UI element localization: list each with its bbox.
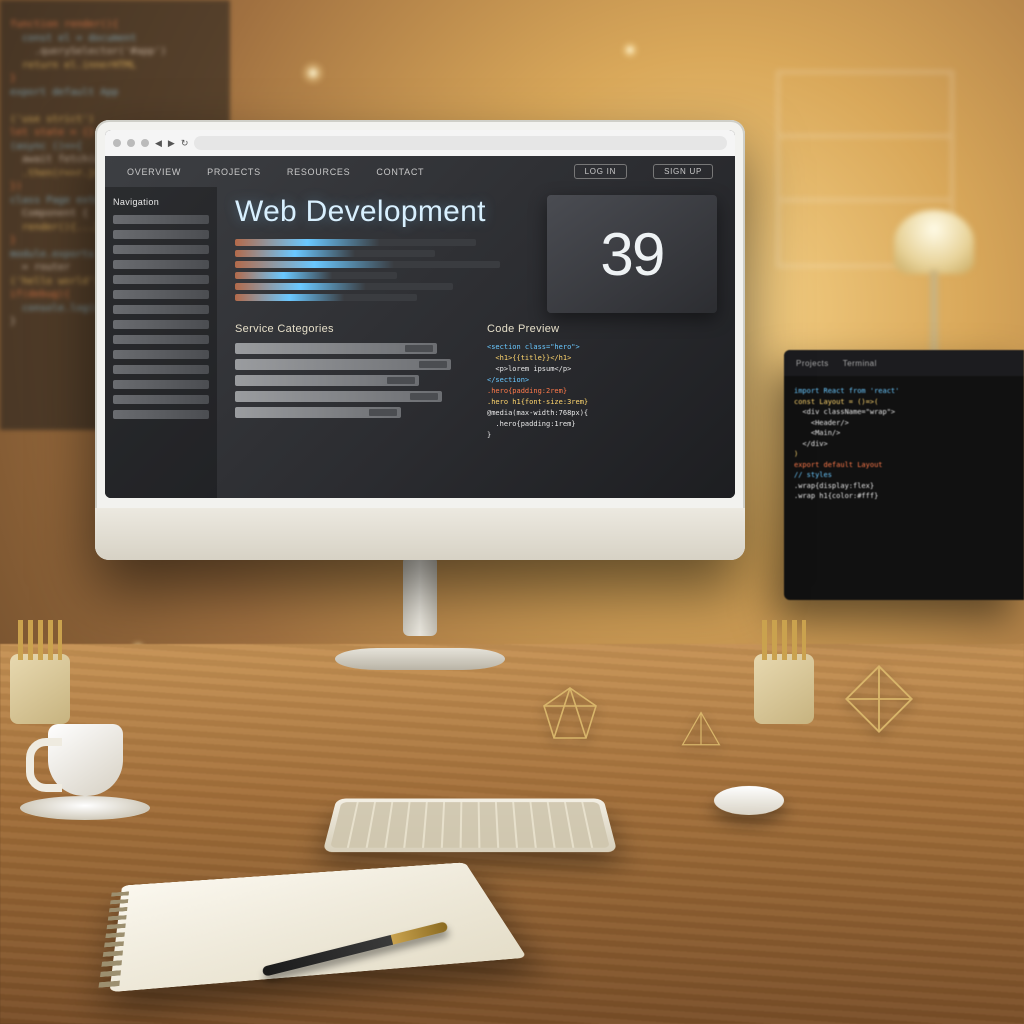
- sidebar-heading: Navigation: [113, 197, 209, 207]
- bokeh-light: [300, 60, 326, 86]
- coffee-mug: [38, 724, 133, 814]
- signup-button[interactable]: Sign up: [653, 164, 713, 179]
- sidebar-item[interactable]: [113, 230, 209, 239]
- geometric-ornament: [678, 708, 724, 754]
- secondary-code-panel: import React from 'react' const Layout =…: [784, 376, 1024, 512]
- top-nav: Overview Projects Resources Contact Log …: [105, 156, 735, 187]
- list-item[interactable]: [235, 391, 442, 402]
- sidebar-item[interactable]: [113, 275, 209, 284]
- monitor-chin: [95, 508, 745, 560]
- list-item[interactable]: [235, 375, 419, 386]
- secondary-tab[interactable]: Projects: [796, 359, 829, 368]
- back-icon[interactable]: ◀: [155, 138, 162, 149]
- forward-icon[interactable]: ▶: [168, 138, 175, 149]
- login-button[interactable]: Log in: [574, 164, 627, 179]
- sidebar-item[interactable]: [113, 245, 209, 254]
- bokeh-light: [620, 40, 640, 60]
- sidebar-item[interactable]: [113, 380, 209, 389]
- window-control-icon[interactable]: [141, 139, 149, 147]
- metric-card: 39: [547, 195, 717, 313]
- geometric-ornament: [844, 664, 914, 734]
- browser-toolbar: ◀ ▶ ↻: [105, 130, 735, 156]
- sidebar-item[interactable]: [113, 290, 209, 299]
- sidebar-item[interactable]: [113, 365, 209, 374]
- page-sidebar: Navigation: [105, 187, 217, 498]
- hero-code-lines: [235, 239, 529, 301]
- sidebar-item[interactable]: [113, 305, 209, 314]
- keyboard[interactable]: [323, 798, 618, 852]
- webpage: Overview Projects Resources Contact Log …: [105, 156, 735, 498]
- workspace-scene: function render(){ const el = document .…: [0, 0, 1024, 1024]
- sidebar-item[interactable]: [113, 350, 209, 359]
- nav-link[interactable]: Projects: [207, 167, 261, 177]
- primary-monitor: ◀ ▶ ↻ Overview Projects Resources Contac…: [95, 120, 745, 560]
- nav-link[interactable]: Contact: [376, 167, 424, 177]
- page-main: Web Development 39: [217, 187, 735, 498]
- window-control-icon[interactable]: [113, 139, 121, 147]
- window-control-icon[interactable]: [127, 139, 135, 147]
- list-item[interactable]: [235, 359, 451, 370]
- monitor-stand: [365, 556, 475, 666]
- nav-link[interactable]: Resources: [287, 167, 351, 177]
- reload-icon[interactable]: ↻: [181, 138, 189, 149]
- pencil-holder: [754, 654, 814, 724]
- sidebar-item[interactable]: [113, 395, 209, 404]
- sidebar-item[interactable]: [113, 335, 209, 344]
- section-heading-right: Code Preview: [487, 323, 717, 335]
- list-item[interactable]: [235, 407, 401, 418]
- metric-number: 39: [600, 220, 663, 289]
- secondary-monitor: Projects Terminal import React from 'rea…: [784, 350, 1024, 600]
- primary-screen: ◀ ▶ ↻ Overview Projects Resources Contac…: [105, 130, 735, 498]
- secondary-tab[interactable]: Terminal: [843, 359, 877, 368]
- address-bar[interactable]: [194, 136, 727, 150]
- sidebar-item[interactable]: [113, 320, 209, 329]
- sidebar-item[interactable]: [113, 215, 209, 224]
- pencil-holder: [10, 654, 70, 724]
- geometric-ornament: [540, 684, 600, 744]
- sidebar-item[interactable]: [113, 260, 209, 269]
- code-snippet: <section class="hero"> <h1>{{title}}</h1…: [487, 343, 717, 439]
- section-heading-left: Service Categories: [235, 323, 465, 335]
- nav-link[interactable]: Overview: [127, 167, 181, 177]
- sidebar-item[interactable]: [113, 410, 209, 419]
- category-list: [235, 343, 465, 418]
- list-item[interactable]: [235, 343, 437, 354]
- page-title: Web Development: [235, 195, 529, 229]
